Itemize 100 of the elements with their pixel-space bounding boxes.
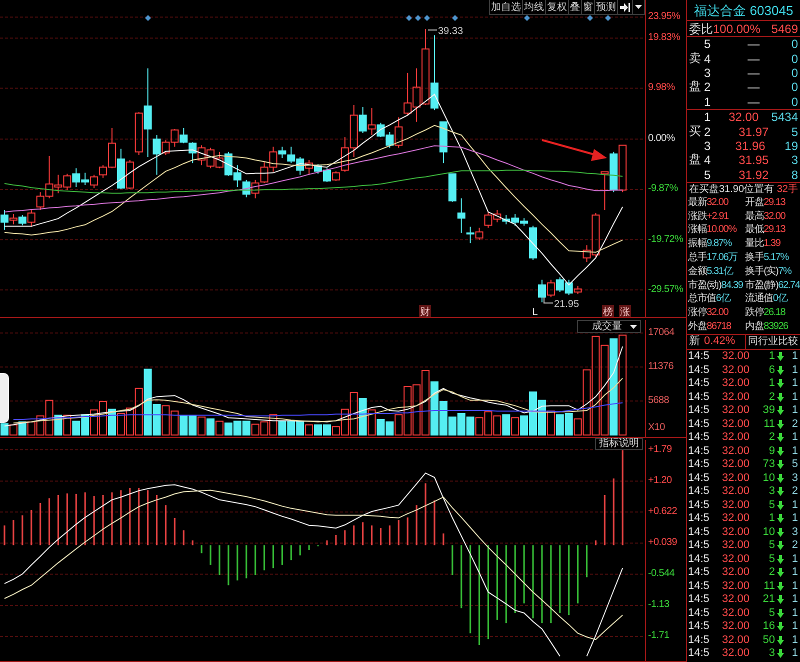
tick-time: 14:5 [688,606,710,620]
axis-label: -1.13 [648,599,670,612]
tick-volume: 2 [768,390,775,404]
candlestick [144,68,152,158]
tick-price: 32.00 [722,350,750,364]
tick-time: 14:5 [688,580,710,593]
tick-price: 32.00 [722,552,750,566]
tick-volume: 10 [762,472,775,485]
tick-count: 2 [792,485,798,498]
bid-note: 在买盘31.90位置有 [689,184,774,196]
tick-price: 32.00 [722,580,750,593]
tick-price: 32.00 [722,458,750,472]
stock-code: 603045 [750,2,794,18]
sector-label: 新 [689,335,700,348]
toolbar-button[interactable]: 叠 [569,0,582,14]
bar [0,423,8,436]
order-price: 31.97 [738,124,769,139]
stat-value: 62.74 [778,280,800,292]
stat-value: 84.39 [721,280,743,292]
stat-label: 总手 [688,252,707,264]
tick-time: 14:5 [688,647,710,660]
stat-label: 最高 [745,210,764,223]
tick-price: 32.00 [722,472,750,485]
toolbar-button[interactable]: 加自选 [490,0,523,14]
order-price: 32.00 [728,110,759,124]
stat-value: 10.00% [706,224,736,236]
tick-volume: 73 [762,458,775,472]
tick-count: 2 [792,418,798,431]
stat-value: 0亿 [772,293,788,306]
tick-price: 32.00 [722,364,750,377]
stat-label: 跌停 [745,307,764,320]
order-difference-value: 5469 [771,22,798,36]
tick-count: 1 [792,390,798,404]
stat-label: 涨幅 [688,224,707,236]
tick-count: 5 [792,458,798,472]
axis-label: -9.87% [648,183,678,196]
stat-value: 5.31亿 [706,266,733,278]
toolbar-button[interactable]: 复权 [546,0,569,14]
unit-label: X10 [648,422,665,434]
collapse-button[interactable] [618,0,633,14]
tick-time: 14:5 [688,539,710,552]
tick-count: 1 [792,444,798,458]
axis-label: -19.72% [648,234,684,246]
stat-value: 29.13 [764,196,786,209]
side-panel-handle[interactable] [0,373,9,423]
dropdown-button[interactable] [633,0,645,14]
stat-label: 市盈(动) [688,280,722,292]
tick-price: 32.00 [722,498,750,512]
order-book-label: 卖盘 [689,50,701,95]
toolbar-button[interactable]: 均线 [523,0,546,14]
tick-price: 32.00 [722,444,750,458]
order-volume: 19 [784,138,798,153]
tick-volume: 1 [768,377,775,390]
order-rank: 5 [704,37,711,52]
axis-label: 17064 [648,327,674,339]
event-badge[interactable]: 榜 [602,305,614,317]
sector-change: 0.42% [704,335,736,348]
leader-line [544,296,554,304]
event-badge[interactable]: 财 [419,305,431,317]
tick-volume: 9 [768,444,775,458]
toolbar-button[interactable]: 预测 [595,0,618,14]
diamond-icon [145,15,151,21]
stat-label: 总市值 [688,293,716,306]
tick-price: 32.00 [722,539,750,552]
bar [9,424,18,436]
tick-time: 14:5 [688,350,710,364]
axis-label: +1.79 [648,444,672,456]
indicator-dropdown[interactable]: 成交量 [577,320,641,333]
tick-price: 32.00 [722,390,750,404]
tick-count: 1 [792,552,798,566]
order-rank: 1 [704,94,711,109]
tick-price: 32.00 [722,647,750,660]
tick-volume: 39 [762,404,775,418]
event-badge[interactable]: L [532,307,538,317]
tick-count: 2 [792,539,798,552]
order-price: — [748,52,760,66]
tick-time: 14:5 [688,485,710,498]
tick-price: 32.00 [722,512,750,526]
low-price-label: 21.95 [554,299,580,310]
bar [198,416,206,436]
axis-label: +0.622 [648,506,678,518]
toolbar-button[interactable]: 窗 [582,0,595,14]
tick-price: 32.00 [722,485,750,498]
axis-label: +0.039 [648,537,678,550]
event-badge[interactable]: 涨 [619,305,631,317]
industry-compare-tab[interactable]: 同行业比较 [745,334,800,349]
tick-price: 32.00 [722,566,750,580]
bar [546,410,555,436]
candlestick [538,279,546,303]
stat-label: 市盈(静) [745,280,778,292]
bar [368,409,376,436]
indicator-help-button[interactable]: 指标说明 [595,438,643,450]
tick-time: 14:5 [688,498,710,512]
axis-label: 23.95% [648,11,680,24]
axis-label: -29.57% [648,284,684,296]
tick-volume: 2 [768,431,775,444]
tick-count: 3 [792,526,798,539]
tick-volume: 5 [768,498,775,512]
arrow-to-bar-icon [620,2,630,12]
axis-label: 9.98% [648,82,675,94]
